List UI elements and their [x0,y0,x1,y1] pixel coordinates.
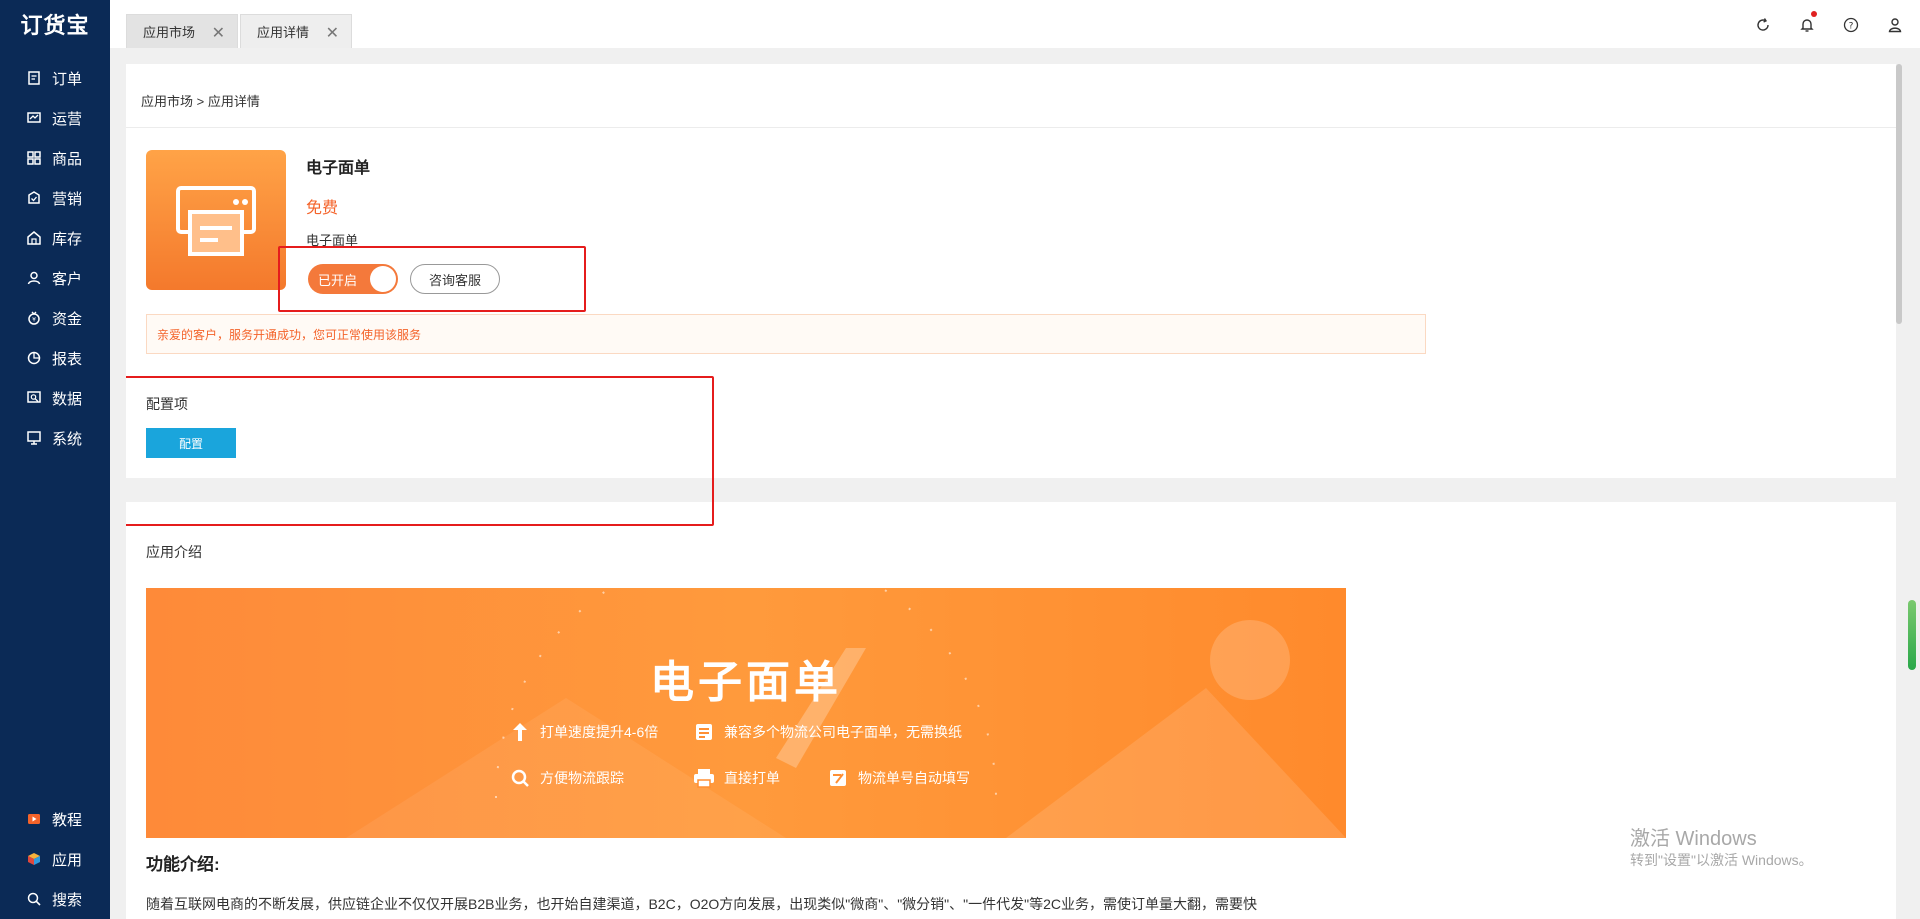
sidebar-item-inventory[interactable]: 库存 [0,218,110,258]
sidebar-item-operation[interactable]: 运营 [0,98,110,138]
waybill-icon [692,720,716,744]
user-icon[interactable] [1884,14,1906,36]
sidebar-item-goods[interactable]: 商品 [0,138,110,178]
feature-compatible: 兼容多个物流公司电子面单，无需换纸 [692,720,962,744]
banner-title: 电子面单 [650,658,842,707]
app-detail-panel: 应用市场 > 应用详情 电子面单 免费 电子面单 已开启 咨询客服 亲爱的客户，… [126,64,1896,919]
success-notice: 亲爱的客户，服务开通成功，您可正常使用该服务 [146,314,1426,354]
goods-icon [26,150,42,166]
close-icon[interactable]: ✕ [326,23,339,43]
sidebar-item-label: 数据 [52,390,83,408]
sidebar-item-label: 资金 [52,310,83,328]
sidebar-item-apps[interactable]: 应用 [0,839,110,879]
report-icon [26,350,42,366]
customer-icon [26,270,42,286]
sidebar-item-label: 教程 [52,811,83,829]
breadcrumb: 应用市场 > 应用详情 [141,94,260,109]
tab-app-market[interactable]: 应用市场 ✕ [126,14,238,48]
notification-dot [1811,11,1817,17]
feature-tracking: 方便物流跟踪 [508,766,624,790]
sidebar-item-label: 系统 [52,430,83,448]
system-icon [26,430,42,446]
app-price: 免费 [306,200,339,217]
app-name: 电子面单 [306,160,371,177]
highlight-box [278,246,586,312]
tab-label: 应用详情 [257,25,310,40]
search-icon [26,891,42,907]
sidebar-item-funds[interactable]: ¥ 资金 [0,298,110,338]
operation-icon [26,110,42,126]
funds-icon: ¥ [26,310,42,326]
sidebar-item-label: 订单 [52,70,83,88]
highlight-box [126,376,714,526]
sidebar-item-order[interactable]: 订单 [0,58,110,98]
feature-direct-print: 直接打单 [692,766,780,790]
order-icon [26,70,42,86]
sidebar-bottom: 教程 应用 搜索 [0,799,110,919]
brand-logo[interactable]: 订货宝 [0,0,110,48]
sidebar: 订货宝 订单 运营 商品 营销 库存 客户 ¥ 资金 报表 数据 系统 教程 应… [0,0,110,919]
windows-activation-hint: 转到"设置"以激活 Windows。 [1630,852,1813,868]
sidebar-item-customer[interactable]: 客户 [0,258,110,298]
sidebar-item-label: 应用 [52,851,83,869]
sidebar-item-search[interactable]: 搜索 [0,879,110,919]
feature-label: 直接打单 [724,770,780,786]
sidebar-item-label: 营销 [52,190,83,208]
speed-up-icon [508,720,532,744]
svg-text:¥: ¥ [32,317,36,324]
content-scrollbar[interactable] [1896,64,1902,324]
feature-label: 方便物流跟踪 [540,770,624,786]
inventory-icon [26,230,42,246]
tutorial-icon [26,811,42,827]
sidebar-item-data[interactable]: 数据 [0,378,110,418]
app-intro-banner: 电子面单 打单速度提升4-6倍 兼容多个物流公司电子面单，无需换纸 方便物流跟踪… [146,588,1346,838]
app-intro-title: 应用介绍 [146,544,202,560]
top-bar: 应用市场 ✕ 应用详情 ✕ ? [110,0,1920,48]
close-icon[interactable]: ✕ [212,23,225,43]
windows-activation-title: 激活 Windows [1630,828,1757,850]
top-toolbar: ? [1752,11,1906,36]
sidebar-item-label: 报表 [52,350,83,368]
function-intro-title: 功能介绍: [146,855,220,874]
feature-auto-fill: 物流单号自动填写 [826,766,970,790]
sidebar-nav: 订单 运营 商品 营销 库存 客户 ¥ 资金 报表 数据 系统 [0,58,110,458]
feature-label: 打单速度提升4-6倍 [540,724,659,740]
help-icon[interactable]: ? [1840,14,1862,36]
feature-speed: 打单速度提升4-6倍 [508,720,658,744]
feature-label: 物流单号自动填写 [858,770,970,786]
sidebar-item-tutorial[interactable]: 教程 [0,799,110,839]
marketing-icon [26,190,42,206]
tab-label: 应用市场 [143,25,196,40]
printer-app-icon [146,150,286,290]
sidebar-item-label: 运营 [52,110,83,128]
sidebar-item-system[interactable]: 系统 [0,418,110,458]
search-icon [508,766,532,790]
banner-decoration [346,588,1346,838]
page-scroll-indicator[interactable] [1908,600,1916,670]
data-icon [26,390,42,406]
sidebar-item-report[interactable]: 报表 [0,338,110,378]
sidebar-item-label: 客户 [52,270,83,288]
notification-bell-icon[interactable] [1796,11,1818,36]
printer-icon [692,766,716,790]
sidebar-item-label: 库存 [52,230,83,248]
refresh-icon[interactable] [1752,14,1774,36]
tab-app-detail[interactable]: 应用详情 ✕ [240,14,352,48]
function-intro-text: 随着互联网电商的不断发展，供应链企业不仅仅开展B2B业务，也开始自建渠道，B2C… [146,896,1257,912]
sidebar-item-label: 搜索 [52,891,83,909]
divider [126,127,1896,128]
edit-icon [826,766,850,790]
svg-text:?: ? [1849,21,1854,31]
sidebar-item-label: 商品 [52,150,83,168]
feature-label: 兼容多个物流公司电子面单，无需换纸 [724,724,962,740]
apps-icon [26,851,42,867]
sidebar-item-marketing[interactable]: 营销 [0,178,110,218]
